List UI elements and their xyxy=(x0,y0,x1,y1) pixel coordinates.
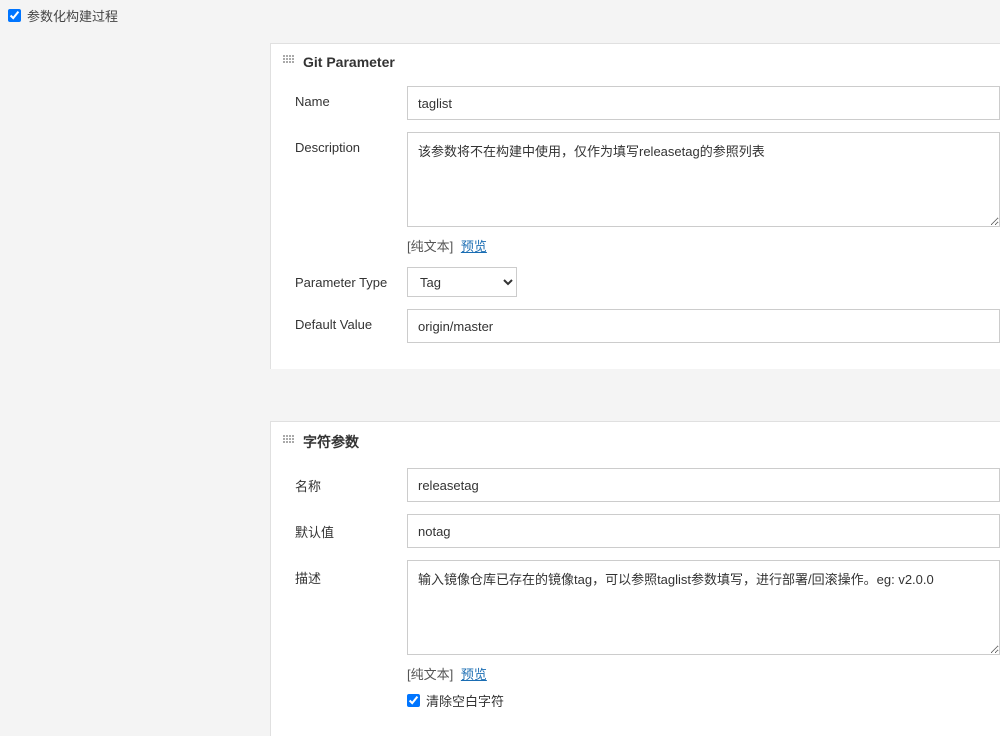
description-format-row: [纯文本] 预览 xyxy=(407,236,1000,255)
preview-link-2[interactable]: 预览 xyxy=(461,667,487,682)
default-value-label: Default Value xyxy=(295,309,407,332)
parameterized-build-checkbox[interactable] xyxy=(8,9,21,22)
name-label: Name xyxy=(295,86,407,109)
name-label-2: 名称 xyxy=(295,468,407,495)
plain-text-label-2: [纯文本] xyxy=(407,667,453,682)
git-parameter-header: Git Parameter xyxy=(271,44,1000,80)
trim-row: 清除空白字符 xyxy=(407,691,1000,710)
plain-text-label: [纯文本] xyxy=(407,239,453,254)
description-row-2: 描述 [纯文本] 预览 清除空白字符 xyxy=(271,554,1000,716)
string-parameter-title: 字符参数 xyxy=(303,432,359,452)
preview-link[interactable]: 预览 xyxy=(461,239,487,254)
drag-handle-icon[interactable] xyxy=(283,435,295,449)
parameter-type-select[interactable]: Tag xyxy=(407,267,517,297)
default-value-row-2: 默认值 xyxy=(271,508,1000,554)
trim-checkbox[interactable] xyxy=(407,694,420,707)
description-label-2: 描述 xyxy=(295,560,407,587)
default-value-input-2[interactable] xyxy=(407,514,1000,548)
string-parameter-section: 字符参数 名称 默认值 描述 [纯文本] 预览 清除空白字符 xyxy=(270,421,1000,736)
default-value-label-2: 默认值 xyxy=(295,514,407,541)
description-textarea-2[interactable] xyxy=(407,560,1000,655)
git-parameter-title: Git Parameter xyxy=(303,54,395,70)
parameterized-build-row: 参数化构建过程 xyxy=(0,0,1000,31)
string-parameter-header: 字符参数 xyxy=(271,422,1000,462)
trim-label: 清除空白字符 xyxy=(426,691,504,710)
name-row: Name xyxy=(271,80,1000,126)
default-value-input[interactable] xyxy=(407,309,1000,343)
description-format-row-2: [纯文本] 预览 xyxy=(407,664,1000,683)
parameterized-build-label: 参数化构建过程 xyxy=(27,6,118,25)
name-input[interactable] xyxy=(407,86,1000,120)
description-textarea[interactable] xyxy=(407,132,1000,227)
name-input-2[interactable] xyxy=(407,468,1000,502)
description-label: Description xyxy=(295,132,407,155)
name-row-2: 名称 xyxy=(271,462,1000,508)
drag-handle-icon[interactable] xyxy=(283,55,295,69)
git-parameter-section: Git Parameter Name Description [纯文本] 预览 … xyxy=(270,43,1000,369)
default-value-row: Default Value xyxy=(271,303,1000,349)
parameter-type-row: Parameter Type Tag xyxy=(271,261,1000,303)
description-row: Description [纯文本] 预览 xyxy=(271,126,1000,261)
parameter-type-label: Parameter Type xyxy=(295,267,407,290)
